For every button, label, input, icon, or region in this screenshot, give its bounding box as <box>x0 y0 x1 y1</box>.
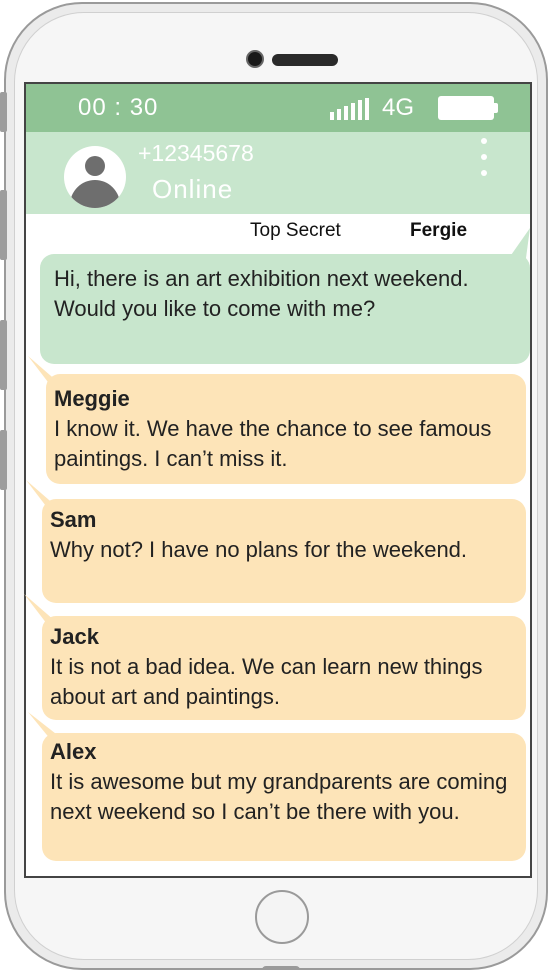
more-options-icon[interactable] <box>478 138 490 178</box>
avatar-head-icon <box>85 156 105 176</box>
status-bar: 00 : 30 4G <box>26 84 530 132</box>
side-button-volume-down <box>0 320 7 390</box>
message-bubble-outgoing[interactable]: Hi, there is an art exhibition next week… <box>40 254 530 364</box>
message-text: It is awesome but my grandparents are co… <box>50 769 508 824</box>
contact-status: Online <box>152 174 234 204</box>
message-sender: Jack <box>50 624 99 649</box>
message-text: Why not? I have no plans for the weekend… <box>50 537 468 562</box>
avatar[interactable] <box>64 146 126 208</box>
message-sender: Alex <box>50 739 97 764</box>
side-button-volume-up <box>0 190 7 260</box>
message-bubble-alex[interactable]: Alex It is awesome but my grandparents a… <box>42 733 526 861</box>
signal-strength-icon <box>330 98 378 120</box>
message-sender: Meggie <box>54 386 130 411</box>
side-button-extra <box>0 430 7 490</box>
message-bubble-meggie[interactable]: Meggie I know it. We have the chance to … <box>46 374 526 484</box>
charging-port <box>262 966 300 974</box>
contact-number: +12345678 <box>138 140 254 166</box>
message-bubble-jack[interactable]: Jack It is not a bad idea. We can learn … <box>42 616 526 720</box>
status-time: 00 : 30 <box>78 94 159 121</box>
battery-tip-icon <box>492 103 498 113</box>
front-camera <box>246 50 264 68</box>
message-text: Hi, there is an art exhibition next week… <box>54 266 469 321</box>
contact-header: +12345678 Online <box>26 132 530 214</box>
avatar-body-icon <box>70 180 120 208</box>
message-text: It is not a bad idea. We can learn new t… <box>50 654 483 709</box>
message-sender: Sam <box>50 507 97 532</box>
message-bubble-sam[interactable]: Sam Why not? I have no plans for the wee… <box>42 499 526 603</box>
side-button-mute <box>0 92 7 132</box>
chat-user-name: Fergie <box>410 220 468 241</box>
earpiece-speaker <box>272 54 338 66</box>
message-text: I know it. We have the chance to see fam… <box>54 416 492 471</box>
network-type: 4G <box>382 94 415 121</box>
battery-icon <box>438 96 494 120</box>
home-button[interactable] <box>255 890 309 944</box>
chat-title: Top Secret <box>250 220 341 241</box>
